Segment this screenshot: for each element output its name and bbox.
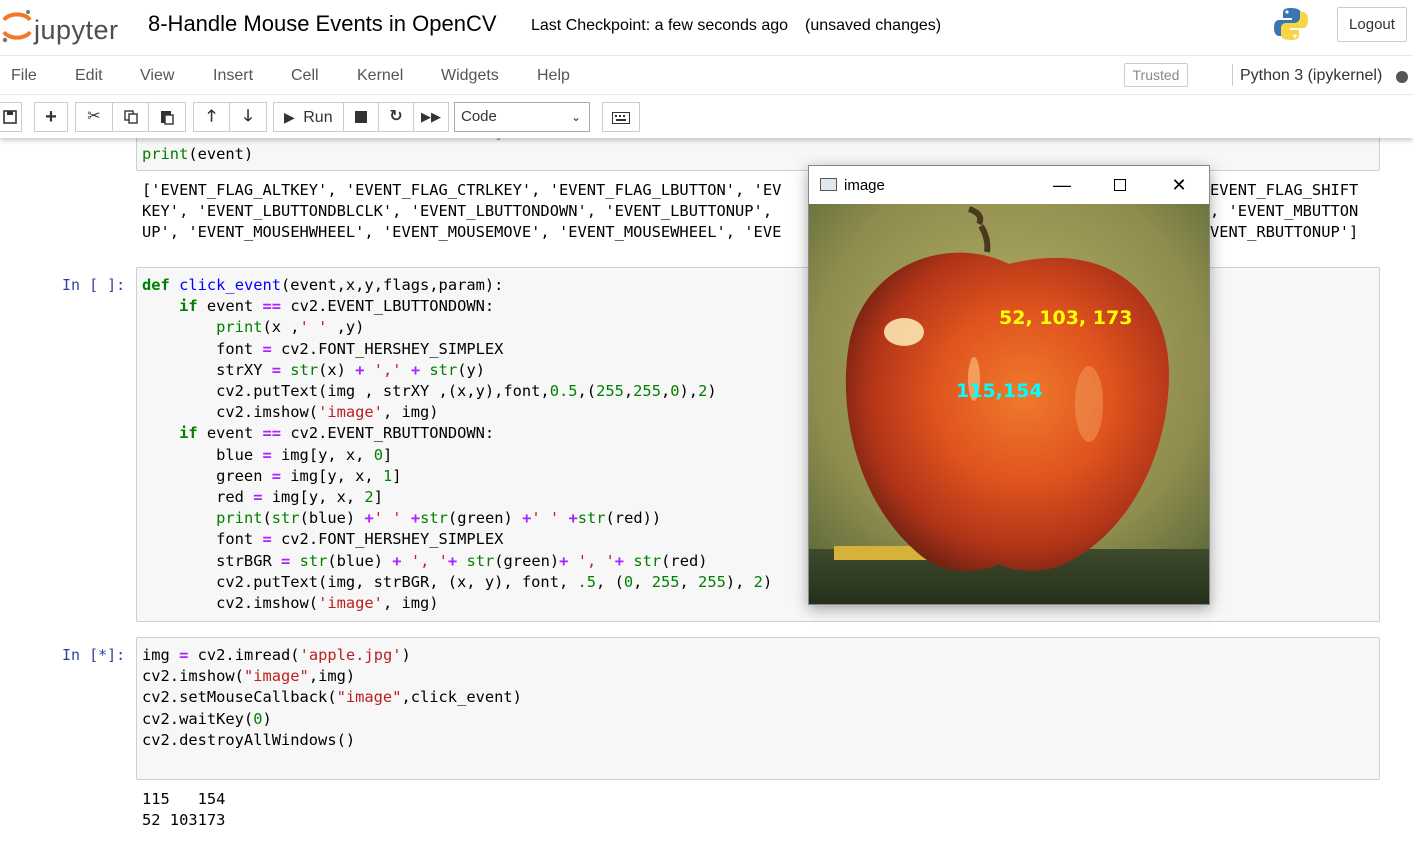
cell-type-value: Code [461, 108, 497, 125]
output-line: 52 103173 [142, 811, 226, 829]
arrow-up-icon: 🡑 [207, 108, 216, 125]
toolbar: + ✂ 🡑 🡓 ▶ Run ↻ ▶▶ Code ⌄ [0, 95, 1413, 138]
fast-forward-icon: ▶▶ [421, 109, 441, 124]
copy-button[interactable] [112, 102, 149, 132]
interrupt-button[interactable] [343, 102, 379, 132]
maximize-icon [1114, 179, 1126, 191]
restart-run-all-button[interactable]: ▶▶ [413, 102, 449, 132]
kernel-divider [1232, 64, 1233, 86]
cut-icon: ✂ [87, 108, 101, 125]
minimize-button[interactable]: — [1047, 172, 1077, 198]
run-icon: ▶ [284, 109, 295, 125]
output-line: 115 154 [142, 790, 226, 808]
plus-icon: + [45, 106, 57, 128]
save-button[interactable] [0, 102, 22, 132]
cut-button[interactable]: ✂ [75, 102, 113, 132]
restart-button[interactable]: ↻ [378, 102, 414, 132]
kernel-busy-indicator [1396, 71, 1408, 83]
window-title: image [844, 177, 885, 194]
output-line: EVENT_FLAG_SHIFT [1210, 181, 1359, 199]
restart-icon: ↻ [389, 108, 403, 125]
output-line: , 'EVENT_MBUTTON [1210, 202, 1359, 220]
chevron-down-icon: ⌄ [570, 110, 581, 124]
insert-cell-button[interactable]: + [34, 102, 68, 132]
code-editor: def click_event(event,x,y,flags,param): … [142, 275, 772, 614]
menu-file[interactable]: File [11, 67, 37, 85]
logout-button[interactable]: Logout [1337, 7, 1407, 42]
move-down-button[interactable]: 🡓 [229, 102, 267, 132]
run-label: Run [303, 109, 333, 126]
output-line: UP', 'EVENT_MOUSEHWHEEL', 'EVENT_MOUSEMO… [142, 223, 782, 241]
output-line: VENT_RBUTTONUP'] [1210, 223, 1359, 241]
arrow-down-icon: 🡓 [243, 108, 253, 125]
cell-output: ['EVENT_FLAG_ALTKEY', 'EVENT_FLAG_CTRLKE… [142, 180, 781, 243]
menu-edit[interactable]: Edit [75, 67, 103, 85]
cell-type-select[interactable]: Code ⌄ [454, 102, 590, 132]
jupyter-logo[interactable]: jupyter [0, 8, 140, 45]
menu-insert[interactable]: Insert [213, 67, 253, 85]
notebook-title[interactable]: 8-Handle Mouse Events in OpenCV [148, 11, 497, 37]
menu-view[interactable]: View [140, 67, 174, 85]
menubar: File Edit View Insert Cell Kernel Widget… [0, 56, 1413, 95]
menu-help[interactable]: Help [537, 67, 570, 85]
notebook-header: jupyter 8-Handle Mouse Events in OpenCV … [0, 0, 1413, 56]
code-editor: img = cv2.imread('apple.jpg') cv2.imshow… [142, 645, 522, 751]
save-icon [3, 110, 17, 124]
close-button[interactable]: ✕ [1164, 172, 1194, 198]
code-line: print(event) [142, 144, 253, 165]
logo-text: jupyter [34, 15, 119, 45]
jupyter-logo-icon [2, 10, 32, 43]
code-text: print [142, 145, 189, 163]
cell-output: 115 154 52 103173 [142, 789, 225, 831]
bgr-value-label: 52, 103, 173 [999, 307, 1133, 329]
menu-kernel[interactable]: Kernel [357, 67, 403, 85]
trusted-badge[interactable]: Trusted [1124, 63, 1188, 87]
unsaved-indicator: (unsaved changes) [805, 17, 942, 34]
command-palette-button[interactable] [602, 102, 640, 132]
code-text: img = cv2.imread('apple.jpg') cv2.imshow… [142, 646, 522, 749]
opencv-image-window[interactable]: image — ✕ 52, 103, 173 115,154 [808, 165, 1210, 605]
apple-image[interactable]: 52, 103, 173 115,154 [809, 204, 1209, 604]
python-logo-icon [1274, 8, 1308, 40]
menu-widgets[interactable]: Widgets [441, 67, 499, 85]
run-button[interactable]: ▶ Run [273, 102, 344, 132]
paste-icon [161, 111, 174, 125]
move-up-button[interactable]: 🡑 [193, 102, 230, 132]
stop-icon [355, 111, 367, 123]
cell-prompt-running: In [*]: [62, 646, 126, 664]
close-icon: ✕ [1171, 175, 1187, 195]
checkpoint-status: Last Checkpoint: a few seconds ago [531, 17, 789, 34]
keyboard-icon [612, 112, 630, 124]
cell-output-tail: EVENT_FLAG_SHIFT , 'EVENT_MBUTTON VENT_RBU… [1210, 180, 1358, 243]
apple-photo [809, 204, 1209, 604]
code-text: def click_event(event,x,y,flags,param): … [142, 276, 773, 613]
code-text: ] [142, 138, 503, 142]
code-text: (event) [188, 145, 254, 163]
output-line: KEY', 'EVENT_LBUTTONDBLCLK', 'EVENT_LBUT… [142, 202, 773, 220]
copy-icon [123, 110, 138, 124]
output-line: ['EVENT_FLAG_ALTKEY', 'EVENT_FLAG_CTRLKE… [142, 181, 782, 199]
xy-coordinate-label: 115,154 [956, 380, 1043, 402]
code-cell-input[interactable]: img = cv2.imread('apple.jpg') cv2.imshow… [136, 637, 1380, 780]
menu-cell[interactable]: Cell [291, 67, 319, 85]
paste-button[interactable] [148, 102, 186, 132]
kernel-name[interactable]: Python 3 (ipykernel) [1240, 67, 1382, 85]
maximize-button[interactable] [1105, 172, 1135, 198]
minimize-icon: — [1053, 175, 1071, 195]
window-app-icon [820, 178, 837, 191]
cell-prompt: In [ ]: [62, 276, 126, 294]
